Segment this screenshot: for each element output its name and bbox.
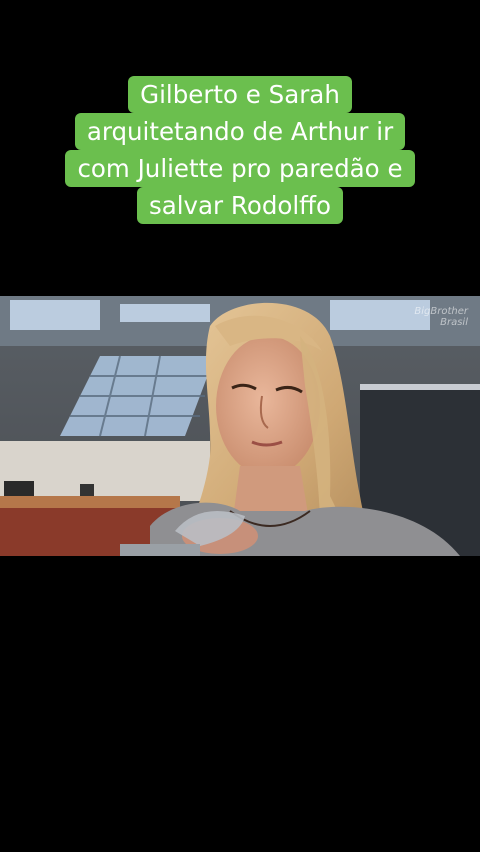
video-still <box>0 296 480 556</box>
caption-line-4: salvar Rodolffo <box>136 187 344 224</box>
video-frame[interactable]: BigBrother Brasil <box>0 296 480 556</box>
channel-watermark: BigBrother Brasil <box>414 306 468 328</box>
caption-line-1: Gilberto e Sarah <box>128 76 352 113</box>
watermark-line-2: Brasil <box>440 317 468 328</box>
caption-line-3: com Juliette pro paredão e <box>65 150 415 187</box>
watermark-line-1: BigBrother <box>414 306 468 317</box>
caption-line-2: arquitetando de Arthur ir <box>74 113 406 150</box>
caption-overlay: Gilberto e Sarah arquitetando de Arthur … <box>0 76 480 224</box>
